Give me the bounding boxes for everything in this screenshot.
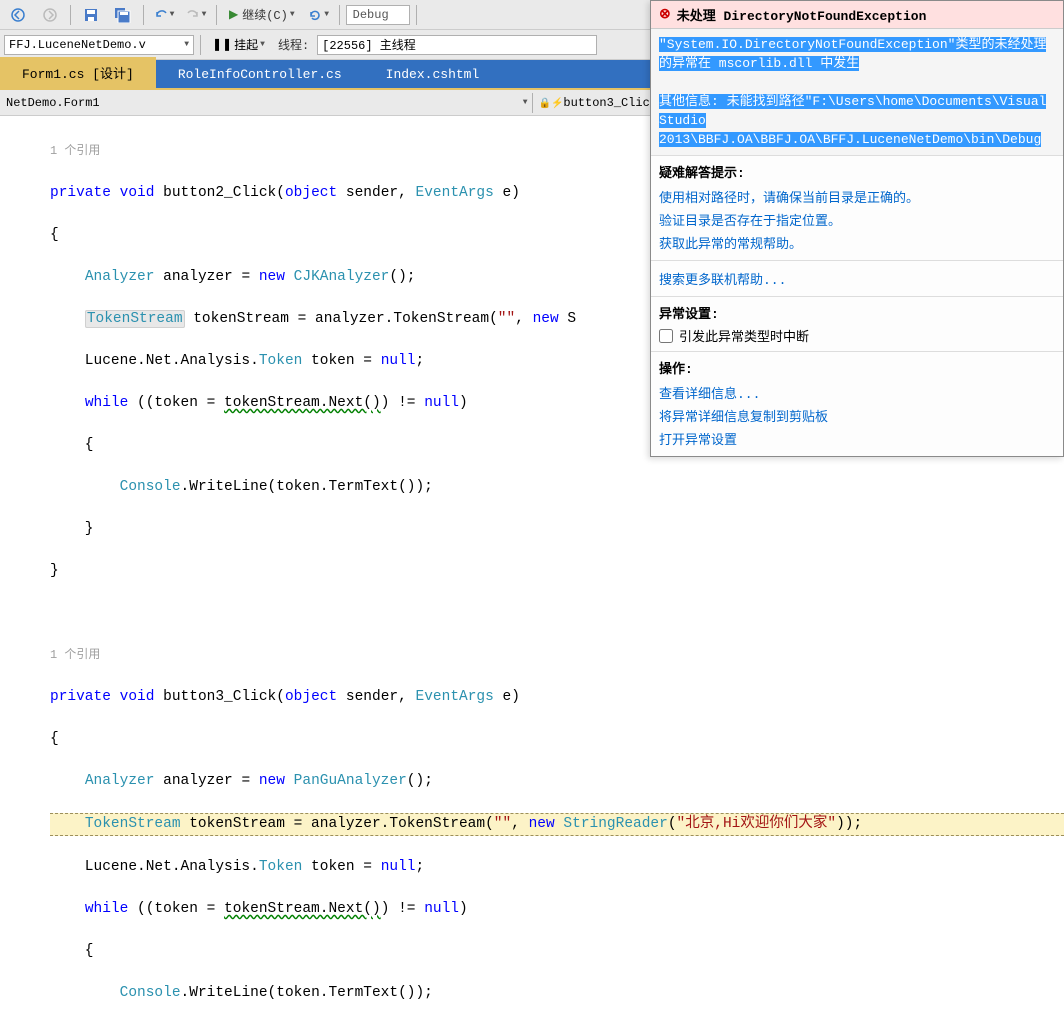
nav-back-icon[interactable] [4,3,32,27]
codelens-ref[interactable]: 1 个引用 [50,645,1064,666]
view-details-link[interactable]: 查看详细信息... [659,381,1055,404]
save-all-icon[interactable] [109,3,137,27]
refresh-icon[interactable]: ▼ [305,3,333,27]
exception-settings-section: 异常设置: 引发此异常类型时中断 [651,297,1063,352]
tab-form1-design[interactable]: Form1.cs [设计] [0,57,156,88]
open-exception-settings-link[interactable]: 打开异常设置 [659,427,1055,450]
tab-roleinfo[interactable]: RoleInfoController.cs [156,61,364,88]
error-icon: ⊗ [659,6,671,23]
troubleshoot-link-1[interactable]: 使用相对路径时，请确保当前目录是正确的。 [659,185,1055,208]
troubleshoot-link-2[interactable]: 验证目录是否存在于指定位置。 [659,208,1055,231]
search-more-help-link[interactable]: 搜索更多联机帮助... [659,267,1055,290]
exception-header: ⊗ 未处理 DirectoryNotFoundException [651,1,1063,29]
nav-fwd-icon[interactable] [36,3,64,27]
exception-helper-panel: ⊗ 未处理 DirectoryNotFoundException "System… [650,0,1064,457]
break-checkbox-label: 引发此异常类型时中断 [679,326,809,345]
current-exception-line: TokenStream tokenStream = analyzer.Token… [50,813,1064,836]
exception-message: "System.IO.DirectoryNotFoundException"类型… [651,29,1063,156]
copy-details-link[interactable]: 将异常详细信息复制到剪贴板 [659,404,1055,427]
thread-combo[interactable]: [22556] 主线程 [317,35,597,55]
troubleshoot-section: 疑难解答提示: 使用相对路径时，请确保当前目录是正确的。 验证目录是否存在于指定… [651,156,1063,261]
actions-section: 操作: 查看详细信息... 将异常详细信息复制到剪贴板 打开异常设置 [651,352,1063,456]
tab-index[interactable]: Index.cshtml [364,61,502,88]
settings-title: 异常设置: [659,303,1055,322]
bolt-icon [551,96,563,110]
actions-title: 操作: [659,358,1055,377]
break-checkbox-input[interactable] [659,329,673,343]
project-combo[interactable]: FFJ.LuceneNetDemo.v▼ [4,35,194,55]
suspend-icon[interactable]: ❚❚ 挂起▼ [207,33,270,57]
troubleshoot-title: 疑难解答提示: [659,162,1055,181]
class-combo[interactable]: NetDemo.Form1▼ [0,93,532,113]
undo-icon[interactable]: ▼ [150,3,178,27]
break-on-throw-checkbox[interactable]: 引发此异常类型时中断 [659,326,1055,345]
troubleshoot-link-3[interactable]: 获取此异常的常规帮助。 [659,231,1055,254]
redo-icon[interactable]: ▼ [182,3,210,27]
search-section: 搜索更多联机帮助... [651,261,1063,297]
lock-icon [539,96,551,110]
thread-label: 线程: [274,36,313,53]
continue-label: 继续(C) [242,6,288,23]
debug-config-combo[interactable]: Debug [346,5,410,25]
continue-button[interactable]: ▶继续(C)▼ [223,3,301,27]
save-icon[interactable] [77,3,105,27]
